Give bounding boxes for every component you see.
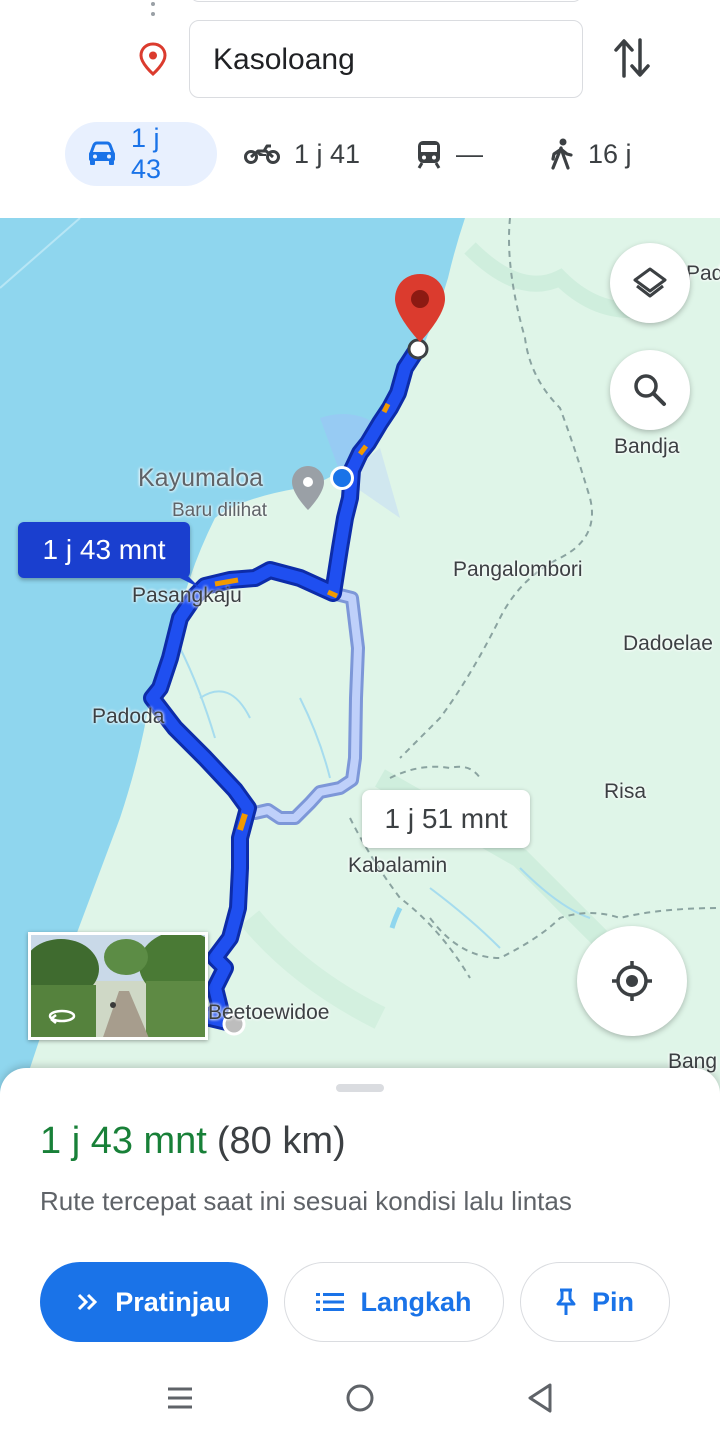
walk-icon — [551, 138, 573, 170]
origin-field[interactable] — [189, 0, 583, 2]
rotate-360-icon — [48, 1009, 76, 1024]
travel-mode-tabs: 1 j 43 1 j 41 — 16 j — [0, 122, 720, 188]
my-location-button[interactable] — [577, 926, 687, 1036]
tab-transit-label: — — [456, 138, 483, 169]
directions-header: Kasoloang 1 j 43 1 j 41 — 16 j — [0, 0, 720, 218]
tab-walk-label: 16 j — [588, 138, 632, 169]
route-duration: 1 j 43 mnt — [40, 1120, 207, 1162]
place-bandja: Bandja — [614, 435, 680, 458]
route-time-alt-text: 1 j 51 mnt — [384, 803, 508, 834]
car-icon — [88, 141, 115, 165]
swap-icon — [614, 38, 650, 78]
layers-button[interactable] — [610, 243, 690, 323]
map-view[interactable]: Kayumaloa Baru dilihat Pasangkaju Padoda… — [0, 218, 720, 1098]
place-risa: Risa — [604, 780, 647, 803]
nav-back-button[interactable] — [516, 1378, 564, 1418]
system-nav-bar — [0, 1366, 720, 1436]
search-along-route-button[interactable] — [610, 350, 690, 430]
route-summary: 1 j 43 mnt (80 km) — [40, 1120, 346, 1163]
sheet-drag-handle[interactable] — [336, 1084, 384, 1092]
list-icon — [316, 1293, 345, 1311]
recents-icon — [168, 1387, 192, 1409]
place-padoda: Padoda — [92, 705, 165, 728]
back-triangle-icon — [528, 1383, 552, 1413]
steps-button[interactable]: Langkah — [284, 1262, 504, 1342]
tab-walk[interactable]: 16 j — [548, 122, 632, 186]
pin-label: Pin — [591, 1286, 634, 1317]
chip-pointer — [172, 574, 200, 588]
tab-car-label: 1 j 43 — [130, 123, 162, 184]
home-circle-icon — [346, 1384, 374, 1412]
train-icon — [417, 141, 441, 169]
pushpin-icon — [556, 1288, 576, 1315]
crosshair-icon — [612, 961, 652, 1001]
tab-car[interactable]: 1 j 43 — [65, 122, 217, 186]
destination-field[interactable]: Kasoloang — [189, 20, 583, 98]
double-chevron-icon — [78, 1293, 98, 1311]
route-description: Rute tercepat saat ini sesuai kondisi la… — [40, 1186, 572, 1216]
street-view-thumbnail[interactable] — [28, 932, 208, 1040]
route-time-chip-alt[interactable]: 1 j 51 mnt — [362, 790, 530, 848]
motorcycle-icon — [244, 144, 280, 164]
place-pangalombori: Pangalombori — [453, 558, 583, 581]
place-beetoewidoe: Beetoewidoe — [208, 1001, 330, 1024]
route-distance: (80 km) — [216, 1120, 346, 1162]
place-pad: Pad — [686, 262, 720, 285]
layers-icon — [633, 267, 667, 298]
route-time-chip-main[interactable]: 1 j 43 mnt — [18, 522, 190, 578]
place-kayumaloa-subtitle: Baru dilihat — [172, 500, 268, 521]
place-kabalamin: Kabalamin — [348, 854, 448, 877]
nav-home-button[interactable] — [336, 1378, 384, 1418]
route-time-main-text: 1 j 43 mnt — [42, 534, 166, 565]
pin-button[interactable]: Pin — [520, 1262, 670, 1342]
preview-label: Pratinjau — [115, 1286, 231, 1317]
tab-motorcycle-label: 1 j 41 — [294, 138, 361, 169]
preview-button[interactable]: Pratinjau — [40, 1262, 268, 1342]
route-dots — [150, 2, 156, 22]
destination-text: Kasoloang — [213, 43, 355, 76]
swap-button[interactable] — [606, 32, 658, 84]
search-icon — [634, 374, 666, 406]
nav-recents-button[interactable] — [156, 1378, 204, 1418]
route-bottom-sheet: 1 j 43 mnt (80 km) Rute tercepat saat ini… — [0, 1068, 720, 1436]
steps-label: Langkah — [360, 1286, 472, 1317]
place-dadoelae: Dadoelae — [623, 632, 713, 655]
place-kayumaloa[interactable]: Kayumaloa — [138, 464, 263, 493]
tab-transit[interactable]: — — [416, 122, 483, 186]
tab-motorcycle[interactable]: 1 j 41 — [244, 122, 360, 186]
destination-pin-icon — [138, 42, 168, 76]
